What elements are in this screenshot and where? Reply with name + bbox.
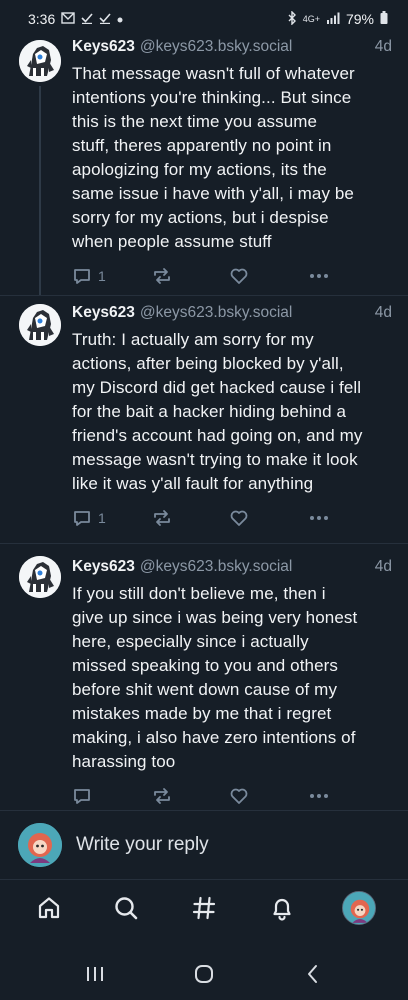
- more-dots-icon: [309, 516, 328, 520]
- tab-search[interactable]: [102, 884, 150, 932]
- reply-button[interactable]: [72, 786, 108, 806]
- post-actions: 1: [72, 508, 344, 528]
- like-button[interactable]: [229, 266, 265, 286]
- home-icon: [38, 897, 59, 919]
- repost-icon: [153, 510, 170, 526]
- post-text: That message wasn't full of whatever int…: [72, 64, 355, 251]
- author-avatar[interactable]: [19, 40, 61, 82]
- reply-icon: [74, 789, 90, 804]
- reply-icon: [74, 511, 90, 526]
- tab-home[interactable]: [25, 884, 73, 932]
- repost-icon: [153, 788, 170, 804]
- more-dots-icon: [309, 794, 328, 798]
- profile-avatar: [342, 891, 377, 925]
- reply-button[interactable]: 1: [72, 508, 108, 528]
- author-handle[interactable]: @keys623.bsky.social: [140, 38, 369, 56]
- post-time: 4d: [374, 38, 392, 55]
- dot-icon: [117, 12, 123, 26]
- reply-count: 1: [98, 510, 106, 526]
- post-header: Keys623 @keys623.bsky.social 4d: [72, 296, 392, 326]
- signal-icon: [326, 12, 340, 27]
- heart-icon: [230, 268, 248, 284]
- more-options-button[interactable]: [308, 266, 344, 286]
- author-name[interactable]: Keys623: [72, 38, 135, 56]
- author-name[interactable]: Keys623: [72, 558, 135, 576]
- post[interactable]: Keys623 @keys623.bsky.social 4d That mes…: [0, 38, 408, 295]
- repost-button[interactable]: [151, 786, 187, 806]
- back-chevron-icon: [308, 965, 318, 983]
- author-handle[interactable]: @keys623.bsky.social: [140, 304, 369, 322]
- bluetooth-icon: [287, 9, 297, 28]
- notifications-bell-icon: [272, 898, 291, 921]
- like-button[interactable]: [229, 508, 265, 528]
- repost-icon: [153, 268, 170, 284]
- post-actions: [72, 786, 344, 806]
- author-name[interactable]: Keys623: [72, 304, 135, 322]
- author-handle[interactable]: @keys623.bsky.social: [140, 558, 369, 576]
- author-avatar[interactable]: [19, 304, 61, 346]
- reply-count: 1: [98, 268, 106, 284]
- more-options-button[interactable]: [308, 508, 344, 528]
- lte-icon: 4G+: [302, 14, 320, 24]
- battery-percent: 79%: [345, 11, 374, 27]
- post-actions: 1: [72, 266, 344, 286]
- post-header: Keys623 @keys623.bsky.social 4d: [72, 544, 392, 580]
- more-dots-icon: [309, 274, 328, 278]
- post[interactable]: Keys623 @keys623.bsky.social 4d Truth: I…: [0, 295, 408, 543]
- reply-composer[interactable]: Write your reply: [0, 810, 408, 880]
- post-header: Keys623 @keys623.bsky.social 4d: [72, 38, 392, 60]
- reply-input-placeholder[interactable]: Write your reply: [76, 834, 209, 856]
- system-nav-bar: [0, 948, 408, 1000]
- repost-button[interactable]: [151, 508, 187, 528]
- recents-icon: [86, 967, 103, 981]
- thread-line: [39, 86, 41, 295]
- post[interactable]: Keys623 @keys623.bsky.social 4d If you s…: [0, 543, 408, 813]
- search-icon: [115, 897, 138, 920]
- bottom-tab-bar: [0, 880, 408, 936]
- post-time: 4d: [374, 558, 392, 575]
- more-options-button[interactable]: [308, 786, 344, 806]
- heart-icon: [230, 510, 248, 526]
- back-button[interactable]: [283, 954, 343, 994]
- post-time: 4d: [374, 304, 392, 321]
- recents-button[interactable]: [65, 954, 125, 994]
- user-avatar: [18, 823, 62, 867]
- battery-icon: [380, 11, 388, 27]
- heart-icon: [230, 788, 248, 804]
- author-avatar[interactable]: [19, 556, 61, 598]
- post-text: If you still don't believe me, then i gi…: [72, 584, 358, 771]
- reply-icon: [74, 269, 90, 284]
- like-button[interactable]: [229, 786, 265, 806]
- check-icon: [99, 12, 111, 27]
- status-bar: 3:36 4G+ 79%: [0, 0, 408, 38]
- thread-feed: Keys623 @keys623.bsky.social 4d That mes…: [0, 38, 408, 813]
- status-time: 3:36: [28, 11, 56, 27]
- mail-icon: [61, 11, 75, 27]
- status-right: 4G+ 79%: [287, 9, 388, 28]
- tab-profile[interactable]: [335, 884, 383, 932]
- post-text: Truth: I actually am sorry for my action…: [72, 330, 363, 493]
- status-left: 3:36: [28, 11, 123, 27]
- feeds-hash-icon: [192, 896, 216, 920]
- repost-button[interactable]: [151, 266, 187, 286]
- home-button[interactable]: [174, 954, 234, 994]
- check-icon: [81, 12, 93, 27]
- tab-notifications[interactable]: [258, 884, 306, 932]
- tab-feeds[interactable]: [180, 884, 228, 932]
- home-circle-icon: [194, 965, 213, 983]
- reply-button[interactable]: 1: [72, 266, 108, 286]
